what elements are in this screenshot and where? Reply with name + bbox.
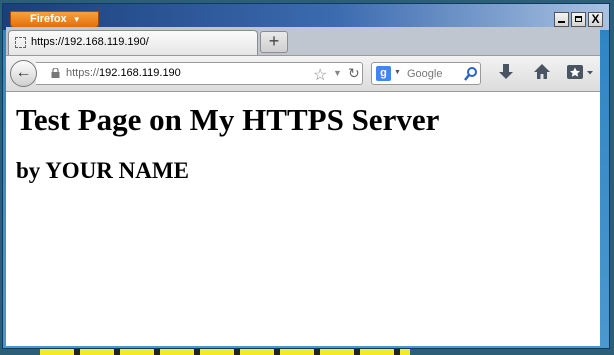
back-icon: ← — [15, 64, 32, 81]
url-scheme: https:// — [66, 67, 100, 79]
favicon-placeholder-icon — [15, 37, 26, 48]
desktop-background — [40, 348, 410, 355]
minimize-button[interactable] — [554, 12, 569, 27]
reload-icon[interactable]: ↻ — [348, 65, 360, 82]
lock-icon — [51, 68, 60, 78]
close-icon: X — [591, 12, 600, 26]
back-button[interactable]: ← — [10, 60, 37, 87]
tab-strip: https://192.168.119.190/ + — [6, 27, 600, 55]
chevron-down-icon: ▼ — [72, 15, 81, 24]
page-subheading: by YOUR NAME — [16, 158, 189, 183]
firefox-menu-label: Firefox — [30, 13, 67, 25]
search-input[interactable]: Google — [407, 68, 442, 80]
maximize-button[interactable] — [571, 12, 586, 27]
star-icon[interactable]: ☆ — [313, 65, 327, 85]
bookmarks-button[interactable] — [564, 62, 598, 86]
window-controls: X — [554, 12, 603, 27]
close-button[interactable]: X — [588, 12, 603, 27]
downloads-button[interactable] — [493, 62, 519, 86]
tab-title: https://192.168.119.190/ — [31, 36, 149, 48]
url-host: 192.168.119.190 — [99, 67, 181, 79]
history-dropdown-icon[interactable]: ▼ — [333, 68, 342, 78]
google-icon[interactable]: g — [376, 66, 391, 81]
search-icon[interactable] — [464, 66, 478, 82]
browser-chrome: https://192.168.119.190/ + https://192.1… — [6, 27, 600, 91]
home-icon — [534, 64, 550, 79]
navigation-bar: https://192.168.119.190 ☆ ▼ ↻ ← g ▼ Goog… — [6, 55, 600, 91]
url-text[interactable]: https://192.168.119.190 — [66, 67, 181, 79]
search-bar[interactable]: g ▼ Google — [371, 62, 481, 85]
new-tab-button[interactable]: + — [260, 31, 288, 53]
page-heading: Test Page on My HTTPS Server — [16, 102, 440, 137]
home-button[interactable] — [529, 62, 555, 86]
url-bar[interactable]: https://192.168.119.190 ☆ ▼ ↻ — [36, 62, 363, 85]
plus-icon: + — [268, 31, 280, 51]
bookmarks-icon — [567, 65, 593, 79]
firefox-menu-button[interactable]: Firefox ▼ — [10, 11, 99, 28]
page-content: Test Page on My HTTPS Server by YOUR NAM… — [6, 91, 600, 346]
search-engine-dropdown-icon[interactable]: ▼ — [394, 69, 401, 76]
download-icon — [499, 64, 513, 79]
tab-active[interactable]: https://192.168.119.190/ — [8, 30, 258, 55]
